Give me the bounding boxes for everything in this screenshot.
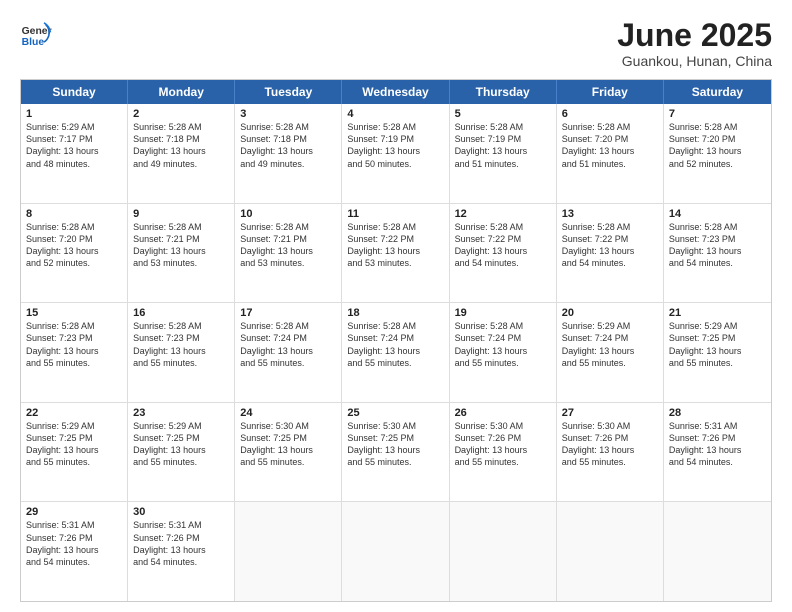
header-tuesday: Tuesday [235,80,342,104]
title-block: June 2025 Guankou, Hunan, China [617,18,772,69]
header-thursday: Thursday [450,80,557,104]
cell-30: 30 Sunrise: 5:31 AM Sunset: 7:26 PM Dayl… [128,502,235,601]
cell-22: 22 Sunrise: 5:29 AM Sunset: 7:25 PM Dayl… [21,403,128,502]
cell-24: 24 Sunrise: 5:30 AM Sunset: 7:25 PM Dayl… [235,403,342,502]
cell-empty-5 [664,502,771,601]
header-friday: Friday [557,80,664,104]
logo: General Blue [20,18,52,50]
cell-12: 12 Sunrise: 5:28 AM Sunset: 7:22 PM Dayl… [450,204,557,303]
page: General Blue June 2025 Guankou, Hunan, C… [0,0,792,612]
week-row-2: 8 Sunrise: 5:28 AM Sunset: 7:20 PM Dayli… [21,203,771,303]
cell-20: 20 Sunrise: 5:29 AM Sunset: 7:24 PM Dayl… [557,303,664,402]
cell-18: 18 Sunrise: 5:28 AM Sunset: 7:24 PM Dayl… [342,303,449,402]
header-saturday: Saturday [664,80,771,104]
logo-icon: General Blue [20,18,52,50]
cell-empty-3 [450,502,557,601]
location: Guankou, Hunan, China [617,53,772,69]
cell-9: 9 Sunrise: 5:28 AM Sunset: 7:21 PM Dayli… [128,204,235,303]
cell-28: 28 Sunrise: 5:31 AM Sunset: 7:26 PM Dayl… [664,403,771,502]
cell-5: 5 Sunrise: 5:28 AM Sunset: 7:19 PM Dayli… [450,104,557,203]
calendar-header: Sunday Monday Tuesday Wednesday Thursday… [21,80,771,104]
cell-4: 4 Sunrise: 5:28 AM Sunset: 7:19 PM Dayli… [342,104,449,203]
cell-3: 3 Sunrise: 5:28 AM Sunset: 7:18 PM Dayli… [235,104,342,203]
cell-10: 10 Sunrise: 5:28 AM Sunset: 7:21 PM Dayl… [235,204,342,303]
cell-16: 16 Sunrise: 5:28 AM Sunset: 7:23 PM Dayl… [128,303,235,402]
header: General Blue June 2025 Guankou, Hunan, C… [20,18,772,69]
cell-21: 21 Sunrise: 5:29 AM Sunset: 7:25 PM Dayl… [664,303,771,402]
calendar: Sunday Monday Tuesday Wednesday Thursday… [20,79,772,602]
cell-8: 8 Sunrise: 5:28 AM Sunset: 7:20 PM Dayli… [21,204,128,303]
cell-27: 27 Sunrise: 5:30 AM Sunset: 7:26 PM Dayl… [557,403,664,502]
cell-25: 25 Sunrise: 5:30 AM Sunset: 7:25 PM Dayl… [342,403,449,502]
cell-6: 6 Sunrise: 5:28 AM Sunset: 7:20 PM Dayli… [557,104,664,203]
week-row-5: 29 Sunrise: 5:31 AM Sunset: 7:26 PM Dayl… [21,501,771,601]
cell-7: 7 Sunrise: 5:28 AM Sunset: 7:20 PM Dayli… [664,104,771,203]
week-row-3: 15 Sunrise: 5:28 AM Sunset: 7:23 PM Dayl… [21,302,771,402]
month-title: June 2025 [617,18,772,53]
cell-29: 29 Sunrise: 5:31 AM Sunset: 7:26 PM Dayl… [21,502,128,601]
cell-empty-2 [342,502,449,601]
header-sunday: Sunday [21,80,128,104]
cell-26: 26 Sunrise: 5:30 AM Sunset: 7:26 PM Dayl… [450,403,557,502]
week-row-1: 1 Sunrise: 5:29 AM Sunset: 7:17 PM Dayli… [21,104,771,203]
cell-13: 13 Sunrise: 5:28 AM Sunset: 7:22 PM Dayl… [557,204,664,303]
cell-17: 17 Sunrise: 5:28 AM Sunset: 7:24 PM Dayl… [235,303,342,402]
cell-15: 15 Sunrise: 5:28 AM Sunset: 7:23 PM Dayl… [21,303,128,402]
week-row-4: 22 Sunrise: 5:29 AM Sunset: 7:25 PM Dayl… [21,402,771,502]
cell-19: 19 Sunrise: 5:28 AM Sunset: 7:24 PM Dayl… [450,303,557,402]
cell-2: 2 Sunrise: 5:28 AM Sunset: 7:18 PM Dayli… [128,104,235,203]
cell-11: 11 Sunrise: 5:28 AM Sunset: 7:22 PM Dayl… [342,204,449,303]
cell-23: 23 Sunrise: 5:29 AM Sunset: 7:25 PM Dayl… [128,403,235,502]
calendar-body: 1 Sunrise: 5:29 AM Sunset: 7:17 PM Dayli… [21,104,771,601]
cell-14: 14 Sunrise: 5:28 AM Sunset: 7:23 PM Dayl… [664,204,771,303]
cell-empty-4 [557,502,664,601]
header-wednesday: Wednesday [342,80,449,104]
svg-text:Blue: Blue [22,37,45,48]
cell-1: 1 Sunrise: 5:29 AM Sunset: 7:17 PM Dayli… [21,104,128,203]
cell-empty-1 [235,502,342,601]
header-monday: Monday [128,80,235,104]
